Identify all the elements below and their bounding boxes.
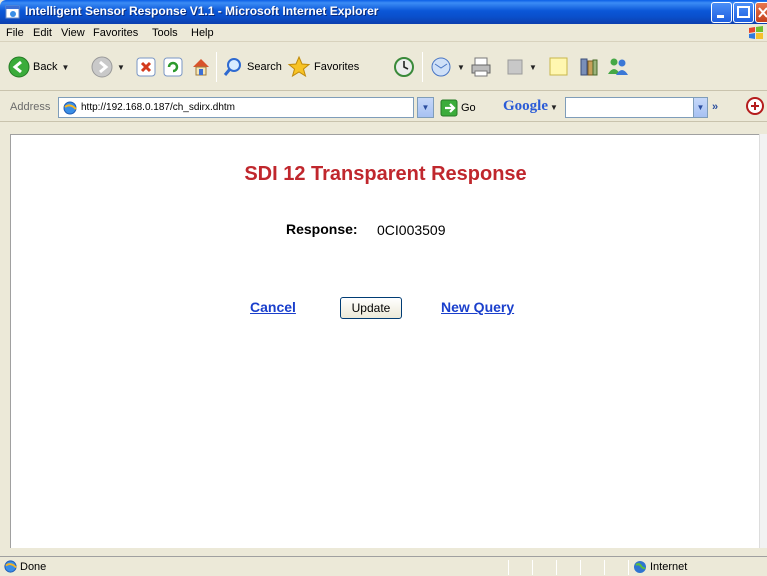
home-button[interactable]	[190, 53, 212, 81]
history-clock-icon	[394, 57, 414, 77]
google-label: Google	[503, 98, 548, 114]
google-dropdown-button[interactable]: ▼	[693, 97, 708, 118]
favorites-label: Favorites	[314, 61, 360, 73]
go-label: Go	[461, 102, 476, 114]
page-heading: SDI 12 Transparent Response	[244, 163, 527, 185]
stop-button[interactable]	[136, 53, 156, 81]
pdf-icon[interactable]	[745, 95, 765, 117]
response-label: Response:	[286, 221, 358, 237]
close-icon	[758, 7, 767, 18]
history-button[interactable]	[393, 53, 415, 81]
security-zone-label: Internet	[650, 561, 688, 573]
maximize-icon	[737, 6, 750, 18]
internet-globe-icon	[634, 561, 646, 573]
mail-button[interactable]: ▼	[429, 53, 465, 81]
status-bar: Done Internet	[0, 556, 767, 576]
refresh-button[interactable]	[163, 53, 183, 81]
mail-icon	[431, 57, 451, 77]
menu-edit[interactable]: Edit	[33, 27, 52, 39]
forward-arrow-icon	[91, 56, 113, 78]
menu-view[interactable]: View	[61, 27, 85, 39]
maximize-button[interactable]	[733, 2, 754, 23]
mail-dropdown-icon[interactable]: ▼	[457, 63, 465, 72]
page-content: SDI 12 Transparent Response Response: 0C…	[10, 134, 759, 548]
ie-page-icon	[4, 560, 17, 573]
messenger-icon	[608, 58, 628, 75]
back-label: Back	[33, 61, 58, 73]
discuss-button[interactable]	[548, 53, 570, 81]
forward-dropdown-icon[interactable]: ▼	[117, 63, 125, 72]
windows-flag-icon	[749, 26, 763, 39]
address-url: http://192.168.0.187/ch_sdirx.dhtm	[81, 102, 235, 113]
edit-page-icon	[507, 59, 523, 75]
menu-help[interactable]: Help	[191, 27, 214, 39]
edit-dropdown-icon[interactable]: ▼	[529, 63, 537, 72]
minimize-icon	[717, 15, 724, 18]
menu-tools[interactable]: Tools	[152, 27, 178, 39]
stop-icon	[136, 57, 156, 77]
google-search-input[interactable]	[565, 97, 708, 118]
address-label: Address	[10, 101, 51, 113]
favorites-button[interactable]: Favorites	[287, 53, 359, 81]
go-button[interactable]: Go	[440, 99, 476, 117]
back-dropdown-icon[interactable]: ▼	[61, 63, 69, 72]
messenger-button[interactable]	[606, 53, 630, 81]
search-label: Search	[247, 61, 282, 73]
menu-favorites[interactable]: Favorites	[93, 27, 138, 39]
refresh-icon	[163, 57, 183, 77]
menu-bar: File Edit View Favorites Tools Help	[0, 24, 767, 42]
go-arrow-icon	[440, 99, 458, 117]
status-text: Done	[20, 561, 47, 573]
minimize-button[interactable]	[711, 2, 732, 23]
forward-button[interactable]: ▼	[91, 53, 125, 81]
print-button[interactable]	[470, 53, 492, 81]
printer-icon	[471, 57, 491, 77]
note-icon	[549, 57, 568, 76]
toolbar-overflow-chevron-icon[interactable]: »	[712, 101, 718, 113]
update-button[interactable]: Update	[340, 297, 402, 319]
vertical-scrollbar[interactable]	[759, 134, 767, 548]
address-input[interactable]: http://192.168.0.187/ch_sdirx.dhtm	[58, 97, 414, 118]
response-value: 0CI003509	[377, 222, 446, 238]
favorites-star-icon	[287, 55, 311, 78]
standard-toolbar: Back ▼ ▼ Search Favorites ▼ ▼	[0, 43, 767, 91]
window-title: Intelligent Sensor Response V1.1 - Micro…	[25, 4, 379, 18]
ie-page-icon	[5, 5, 20, 19]
search-button[interactable]: Search	[222, 53, 282, 81]
address-bar: Address http://192.168.0.187/ch_sdirx.dh…	[0, 92, 767, 122]
ie-page-icon	[63, 101, 77, 115]
new-query-link[interactable]: New Query	[441, 299, 514, 315]
edit-button[interactable]: ▼	[505, 53, 537, 81]
menu-file[interactable]: File	[6, 27, 24, 39]
back-arrow-icon	[8, 56, 30, 78]
google-toolbar-logo[interactable]: Google ▼	[503, 98, 558, 115]
close-button[interactable]	[755, 2, 767, 23]
research-button[interactable]	[578, 53, 600, 81]
title-bar[interactable]: Intelligent Sensor Response V1.1 - Micro…	[0, 0, 767, 24]
search-icon	[223, 58, 241, 76]
research-books-icon	[580, 58, 598, 76]
home-icon	[193, 59, 209, 76]
address-dropdown-button[interactable]: ▼	[417, 97, 434, 118]
cancel-link[interactable]: Cancel	[250, 299, 296, 315]
back-button[interactable]: Back ▼	[8, 53, 69, 81]
